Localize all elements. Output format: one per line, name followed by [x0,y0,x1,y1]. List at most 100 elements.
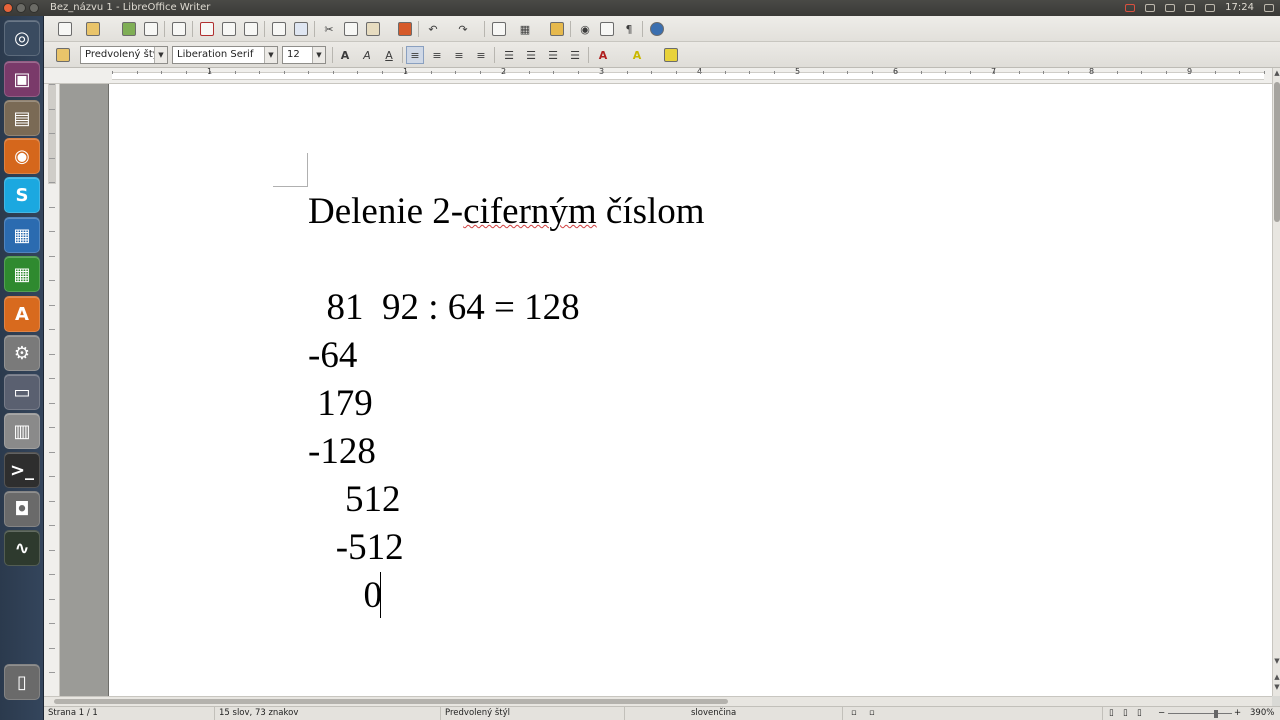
send-email-icon[interactable] [142,20,160,38]
misspelled-word[interactable]: ciferným [463,191,597,232]
italic-icon[interactable]: A [358,46,376,64]
launcher-workspace-switcher-icon[interactable]: ▭ [4,374,40,410]
document-line[interactable]: -128 [308,428,376,476]
hyperlink-icon[interactable] [490,20,508,38]
document-line[interactable]: -512 [308,524,404,572]
highlighting-icon[interactable]: A [628,46,646,64]
clock[interactable]: 17:24 [1225,0,1254,16]
launcher-calc-icon[interactable]: ▦ [4,256,40,292]
zoom-out-button[interactable]: − [1158,707,1165,720]
navigator-icon[interactable]: ◉ [576,20,594,38]
paste-icon[interactable] [364,20,382,38]
launcher-writer-icon[interactable]: ▦ [4,217,40,253]
copy-icon[interactable] [342,20,360,38]
document-heading[interactable]: Delenie 2-ciferným číslom [308,188,705,236]
justify-icon[interactable]: ≡ [472,46,490,64]
scroll-down-icon[interactable]: ▼ [1273,656,1280,666]
word-count[interactable]: 15 slov, 73 znakov [214,707,298,720]
document-line[interactable]: -64 [308,332,357,380]
page-style[interactable]: Predvolený štýl [440,707,510,720]
document-line[interactable]: 0 [308,572,383,620]
show-draw-functions-icon[interactable] [548,20,566,38]
chevron-down-icon[interactable]: ▼ [312,47,325,63]
bullets-icon[interactable]: ☰ [522,46,540,64]
document-line[interactable]: 179 [308,380,373,428]
zoom-slider-handle[interactable] [1214,710,1218,718]
minimize-window-button[interactable] [16,3,26,13]
multi-page-view-icon[interactable]: ▯ [1123,707,1128,720]
gallery-icon[interactable] [598,20,616,38]
zoom-slider[interactable] [1168,713,1232,714]
underline-icon[interactable]: A [380,46,398,64]
launcher-firefox-icon[interactable]: ◉ [4,138,40,174]
save-icon[interactable] [120,20,138,38]
power-icon[interactable] [1264,4,1274,12]
single-page-view-icon[interactable]: ▯ [1109,707,1114,720]
chevron-down-icon[interactable]: ▼ [154,47,167,63]
book-view-icon[interactable]: ▯ [1137,707,1142,720]
page-count[interactable]: Strana 1 / 1 [44,707,98,720]
next-page-icon[interactable]: ▼ [1273,682,1280,692]
horizontal-scrollbar[interactable] [44,696,1272,706]
selection-mode-icon[interactable]: ▫ [851,707,857,720]
clone-formatting-icon[interactable] [396,20,414,38]
auto-spellcheck-icon[interactable] [292,20,310,38]
new-document-icon[interactable] [56,20,74,38]
undo-icon[interactable]: ↶ [424,20,442,38]
align-right-icon[interactable]: ≡ [450,46,468,64]
styles-and-formatting-icon[interactable] [54,46,72,64]
align-center-icon[interactable]: ≡ [428,46,446,64]
launcher-trash-icon[interactable]: ▯ [4,664,40,700]
launcher-system-monitor-icon[interactable]: ∿ [4,530,40,566]
spellcheck-icon[interactable] [270,20,288,38]
launcher-dash-home-icon[interactable]: ◎ [4,20,40,56]
zoom-in-button[interactable]: + [1234,707,1241,720]
edit-file-icon[interactable] [170,20,188,38]
launcher-display-settings-icon[interactable]: ▣ [4,61,40,97]
print-preview-icon[interactable] [242,20,260,38]
redo-icon[interactable]: ↷ [454,20,472,38]
mail-icon[interactable] [1165,4,1176,12]
language[interactable]: slovenčina [624,707,842,720]
previous-page-icon[interactable]: ▲ [1273,672,1280,682]
vertical-ruler[interactable] [44,84,60,696]
launcher-terminal-icon[interactable]: >_ [4,452,40,488]
increase-indent-icon[interactable]: ☰ [566,46,584,64]
launcher-calculator-icon[interactable]: ▥ [4,413,40,449]
launcher-file-manager-icon[interactable]: ▤ [4,100,40,136]
zoom-level[interactable]: 390% [1250,707,1274,720]
launcher-system-settings-icon[interactable]: ⚙ [4,335,40,371]
scroll-up-icon[interactable]: ▲ [1273,68,1280,78]
launcher-skype-icon[interactable]: S [4,177,40,213]
print-icon[interactable] [220,20,238,38]
font-size-select[interactable]: 12 ▼ [282,46,326,64]
font-name-select[interactable]: Liberation Serif ▼ [172,46,278,64]
close-window-button[interactable] [3,3,13,13]
document-page[interactable]: Delenie 2-ciferným číslom 81 92 : 64 = 1… [108,84,1272,696]
maximize-window-button[interactable] [29,3,39,13]
view-layout[interactable]: ▯ ▯ ▯ [1102,707,1162,720]
cut-icon[interactable]: ✂ [320,20,338,38]
document-modified-icon[interactable]: ▫ [869,707,875,720]
formatting-marks-icon[interactable]: ¶ [620,20,638,38]
horizontal-scroll-thumb[interactable] [54,699,728,704]
horizontal-ruler[interactable]: 1123456789 [44,67,1280,84]
paragraph-style-select[interactable]: Predvolený štýl ▼ [80,46,168,64]
help-icon[interactable] [648,20,666,38]
open-folder-icon[interactable] [84,20,102,38]
network-icon[interactable] [1145,4,1156,12]
camera-indicator-icon[interactable] [1125,4,1136,12]
battery-icon[interactable] [1185,4,1196,12]
launcher-software-center-icon[interactable]: A [4,296,40,332]
align-left-icon[interactable]: ≡ [406,46,424,64]
insert-mode-indicator[interactable]: ▫ ▫ [842,707,902,720]
numbering-icon[interactable]: ☰ [500,46,518,64]
vertical-scrollbar[interactable]: ▲ ▼ ▲ ▼ [1272,68,1280,696]
chevron-down-icon[interactable]: ▼ [264,47,277,63]
font-color-icon[interactable]: A [594,46,612,64]
document-line[interactable]: 512 [308,476,401,524]
document-line[interactable]: 81 92 : 64 = 128 [308,284,580,332]
table-icon[interactable]: ▦ [516,20,534,38]
background-color-icon[interactable] [662,46,680,64]
decrease-indent-icon[interactable]: ☰ [544,46,562,64]
